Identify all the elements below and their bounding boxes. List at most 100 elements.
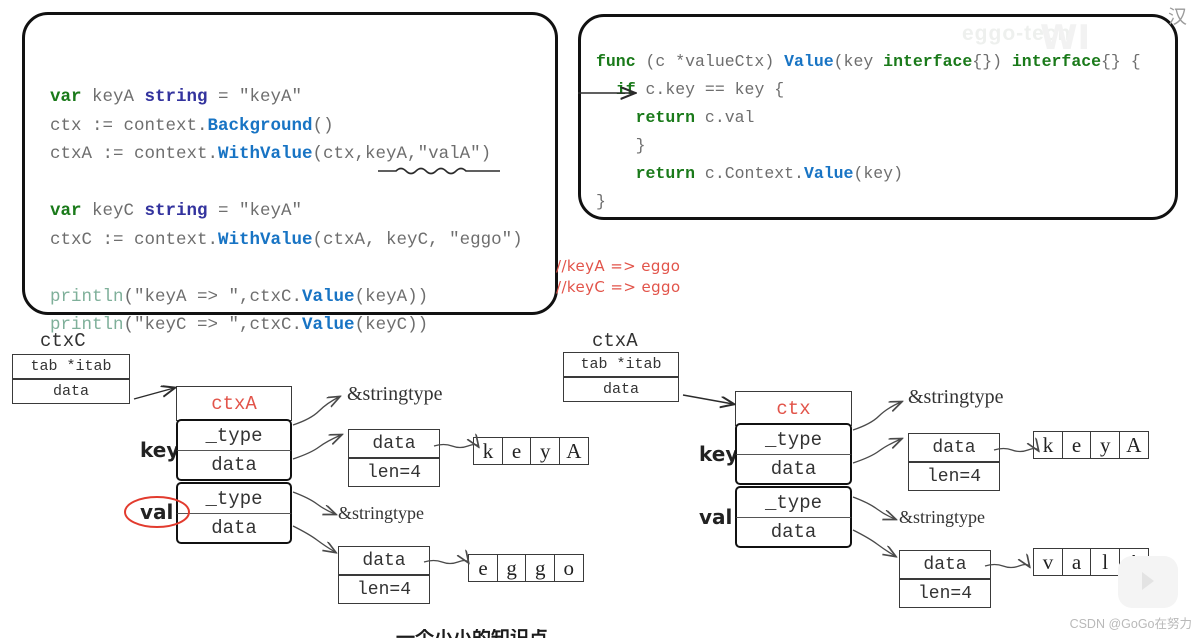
code-left-content: var keyA string = "keyA" ctx := context.B…	[50, 83, 523, 340]
code-line: ctx := context.Background()	[50, 112, 523, 141]
right-val-slice-data: data	[899, 550, 991, 579]
char-cell: e	[468, 554, 498, 582]
comment-line-2: //keyC => eggo	[556, 278, 681, 296]
code-line: var keyA string = "keyA"	[50, 83, 523, 112]
char-cell: g	[496, 554, 527, 582]
code-token: string	[144, 201, 208, 221]
code-right-content: func (c *valueCtx) Value(key interface{}…	[596, 48, 1141, 216]
left-diagram-title: ctxC	[40, 330, 86, 352]
code-line: ctxC := context.WithValue(ctxA, keyC, "e…	[50, 226, 523, 255]
left-key-data-row: data	[176, 450, 292, 481]
code-token: Value	[302, 286, 355, 307]
code-token: (ctx,keyA,"valA")	[312, 144, 492, 164]
right-key-data-row: data	[735, 454, 852, 485]
code-line: ctxA := context.WithValue(ctx,keyA,"valA…	[50, 140, 523, 169]
code-token: (keyC))	[354, 315, 429, 335]
code-token: if	[615, 80, 636, 99]
right-key-data-to-slice	[852, 439, 901, 464]
code-token: }	[596, 136, 646, 155]
right-val-slice-len: len=4	[899, 579, 991, 608]
code-token: (key)	[853, 164, 903, 183]
left-val-slice-data: data	[338, 546, 430, 575]
char-cell: e	[501, 437, 532, 465]
right-struct-title: ctx	[735, 391, 852, 426]
watermark-csdn-credit: CSDN @GoGo在努力	[1069, 617, 1192, 631]
output-comments: //keyA => eggo //keyC => eggo	[556, 256, 681, 298]
code-token: println	[50, 286, 124, 307]
code-token: {})	[972, 52, 1012, 71]
left-val-label: val	[140, 500, 174, 524]
code-token: ctx := context.	[50, 115, 208, 136]
left-key-type-row: _type	[176, 419, 292, 450]
diagram-canvas: var keyA string = "keyA" ctx := context.B…	[0, 0, 1200, 638]
watermark-play-button	[1118, 556, 1178, 608]
code-token: Value	[803, 164, 854, 183]
code-token: = "keyA"	[207, 87, 303, 107]
code-line: return c.val	[596, 104, 1141, 132]
right-val-data-to-slice	[852, 529, 895, 556]
left-val-slice-to-chars	[423, 561, 468, 564]
code-token: Value	[302, 315, 355, 335]
code-token: ("keyA => ",ctxC.	[123, 286, 303, 307]
code-token: WithValue	[218, 229, 313, 250]
code-token: var	[50, 87, 82, 107]
right-val-label: val	[699, 505, 733, 529]
left-key-data-to-slice	[292, 435, 341, 460]
char-cell: A	[558, 437, 589, 465]
code-token: return	[635, 108, 696, 127]
left-val-data-to-slice	[292, 525, 335, 552]
left-iface-tab-row: tab *itab	[12, 354, 130, 379]
code-line: println("keyC => ",ctxC.Value(keyC))	[50, 311, 523, 340]
code-token: c.key == key {	[635, 80, 785, 99]
left-val-stringtype: &stringtype	[338, 503, 424, 523]
code-token: (key	[833, 52, 884, 71]
code-line: var keyC string = "keyA"	[50, 197, 523, 226]
left-key-type-to-stringtype	[292, 397, 339, 426]
right-key-slice-len: len=4	[908, 462, 1000, 491]
char-cell: A	[1118, 431, 1149, 459]
code-token: var	[50, 201, 82, 221]
code-token: ctxC := context.	[50, 229, 219, 250]
right-val-type-row: _type	[735, 486, 852, 517]
code-token: keyC	[81, 201, 145, 221]
code-line: return c.Context.Value(key)	[596, 160, 1141, 188]
right-key-slice-to-chars	[993, 449, 1038, 452]
code-token: func	[596, 52, 636, 71]
char-cell: k	[473, 437, 503, 465]
code-token: WithValue	[218, 144, 313, 164]
left-key-slice-data: data	[348, 429, 440, 458]
code-token: Background	[207, 115, 313, 136]
left-key-slice-len: len=4	[348, 458, 440, 487]
right-iface-to-struct-arrow	[682, 394, 733, 404]
code-token: keyA	[81, 87, 145, 107]
right-diagram-title: ctxA	[592, 330, 638, 352]
code-token: ("keyC => ",ctxC.	[123, 315, 303, 335]
code-token: = "keyA"	[207, 201, 303, 221]
code-line: }	[596, 132, 1141, 160]
char-cell: l	[1090, 548, 1121, 576]
char-cell: o	[553, 554, 584, 582]
code-token: interface	[883, 52, 973, 71]
left-val-slice-len: len=4	[338, 575, 430, 604]
left-key-label: key	[140, 438, 180, 462]
right-key-stringtype: &stringtype	[908, 386, 1004, 408]
char-cell: v	[1033, 548, 1063, 576]
code-token: c.Context.	[695, 164, 804, 183]
code-token: ()	[312, 115, 334, 136]
right-val-slice-to-chars	[984, 565, 1029, 568]
left-val-type-to-stringtype	[292, 491, 335, 514]
right-key-type-to-stringtype	[852, 402, 901, 431]
code-token: string	[144, 87, 208, 107]
left-iface-data-row: data	[12, 379, 130, 404]
comment-line-1: //keyA => eggo	[556, 257, 681, 275]
right-iface-data-row: data	[563, 377, 679, 402]
code-token: return	[635, 164, 696, 183]
right-key-slice-data: data	[908, 433, 1000, 462]
left-iface-to-struct-arrow	[133, 388, 174, 400]
left-val-type-row: _type	[176, 482, 292, 513]
code-token: c.val	[695, 108, 755, 127]
